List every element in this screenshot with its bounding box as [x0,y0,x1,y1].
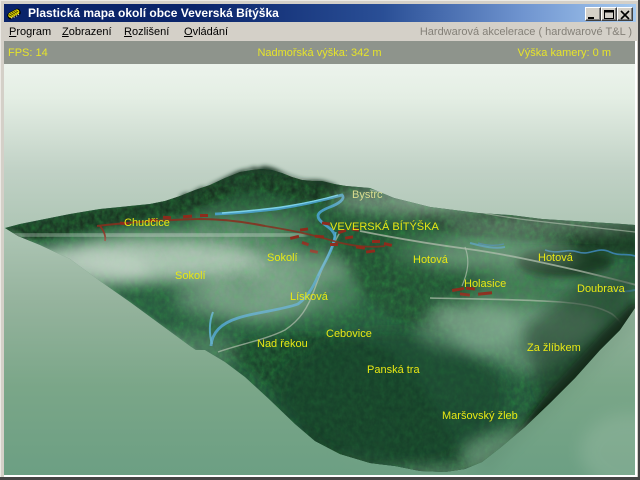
svg-text:Holasice: Holasice [464,278,506,290]
svg-text:Panská tra: Panská tra [367,364,420,376]
svg-text:Lísková: Lísková [290,291,329,303]
svg-text:Hotová: Hotová [413,254,449,266]
svg-text:Chudčice: Chudčice [124,217,170,229]
svg-text:VEVERSKÁ BÍTÝŠKA: VEVERSKÁ BÍTÝŠKA [330,220,439,233]
svg-text:Cebovice: Cebovice [326,328,372,340]
svg-text:Hotová: Hotová [538,252,574,264]
svg-text:Nad řekou: Nad řekou [257,338,308,350]
svg-text:Bystrc: Bystrc [352,189,383,201]
svg-text:Sokolí: Sokolí [267,252,298,264]
svg-text:Doubrava: Doubrava [577,283,626,295]
svg-text:Za žlíbkem: Za žlíbkem [527,342,581,354]
svg-text:Maršovský žleb: Maršovský žleb [442,410,518,422]
svg-text:Sokolí: Sokolí [175,270,206,282]
